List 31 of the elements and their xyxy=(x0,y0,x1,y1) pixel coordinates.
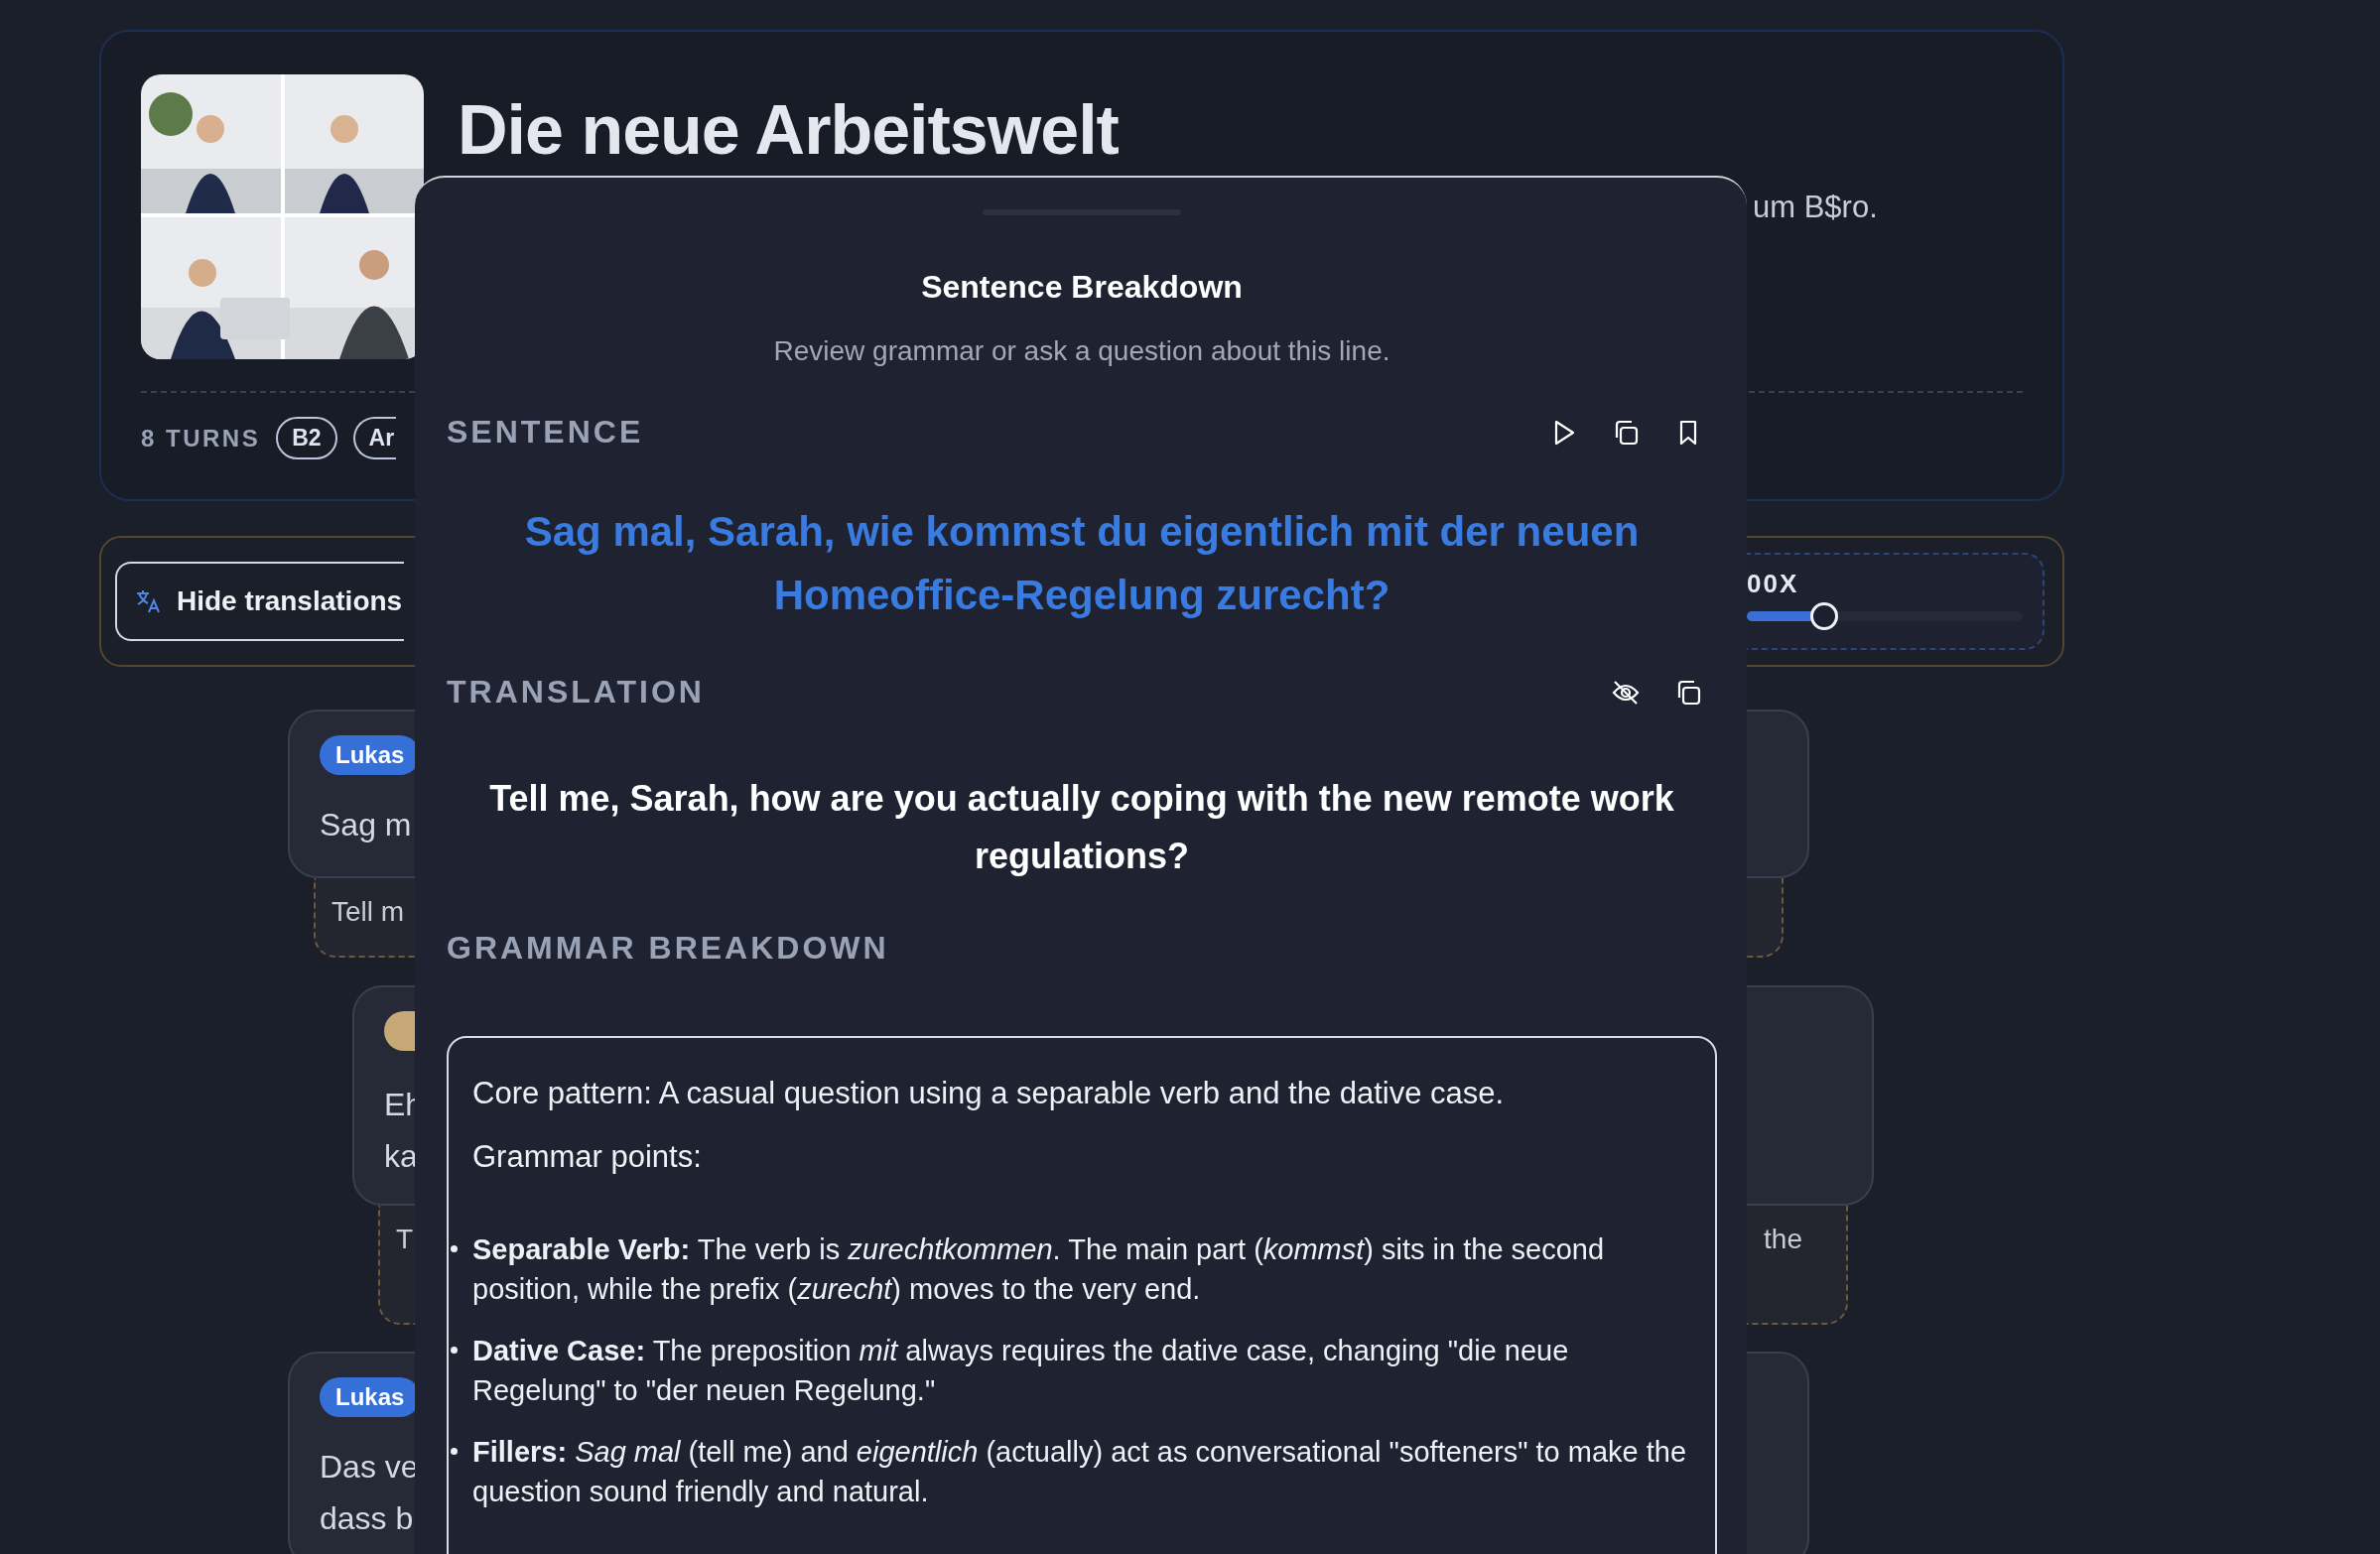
message-text: ka xyxy=(384,1137,418,1176)
message-text: Sag m xyxy=(320,806,412,844)
translation-text: Tell m xyxy=(331,896,405,928)
bullet-icon xyxy=(451,1245,458,1252)
lesson-subtitle: um B$ro. xyxy=(1753,190,1878,224)
speed-slider[interactable] xyxy=(1747,602,2023,630)
level-tag: Ar xyxy=(352,417,397,459)
translation-text: T xyxy=(396,1224,414,1255)
core-pattern-text: Core pattern: A casual question using a separable verb and the dative case. xyxy=(472,1075,1506,1112)
grammar-point: Fillers: Sag mal (tell me) and eigentlich (actually) act as conversational "softeners" to make the question sound friendly and natural. xyxy=(472,1435,1688,1509)
english-translation: Tell me, Sarah, how are you actually coping with the new remote work regulations? xyxy=(488,777,1675,878)
speed-label: 00X xyxy=(1747,569,1800,599)
section-label: TRANSLATION xyxy=(447,674,705,711)
grammar-points-heading: Grammar points: xyxy=(472,1138,703,1176)
sheet-subtitle: Review grammar or ask a question about this line. xyxy=(772,335,1391,367)
hide-translations-button[interactable]: Hide translations xyxy=(115,562,405,641)
message-text: dass b xyxy=(320,1499,414,1538)
level-tag: B2 xyxy=(276,417,337,459)
section-label: GRAMMAR BREAKDOWN xyxy=(447,930,889,967)
translate-icon xyxy=(135,587,163,615)
bullet-icon xyxy=(451,1448,458,1455)
grammar-point: Separable Verb: The verb is zurechtkommen. The main part (kommst) sits in the second position, while the prefix (zurecht) moves to the very end. xyxy=(472,1232,1606,1307)
german-sentence: Sag mal, Sarah, wie kommst du eigentlich mit der neuen Homeoffice-Regelung zurecht? xyxy=(523,507,1641,620)
sheet-title: Sentence Breakdown xyxy=(920,269,1244,306)
turn-count: 8 TURNS xyxy=(141,424,261,453)
slider-thumb[interactable] xyxy=(1809,602,1838,630)
translation-text: the xyxy=(1764,1224,1802,1255)
section-label: SENTENCE xyxy=(447,414,644,451)
lesson-title: Die neue Arbeitswelt xyxy=(458,90,1120,170)
grammar-point: Dative Case: The preposition mit always requires the dative case, changing "die neue Regelung" to "der neuen Regelung." xyxy=(472,1334,1570,1408)
bullet-icon xyxy=(451,1347,458,1354)
